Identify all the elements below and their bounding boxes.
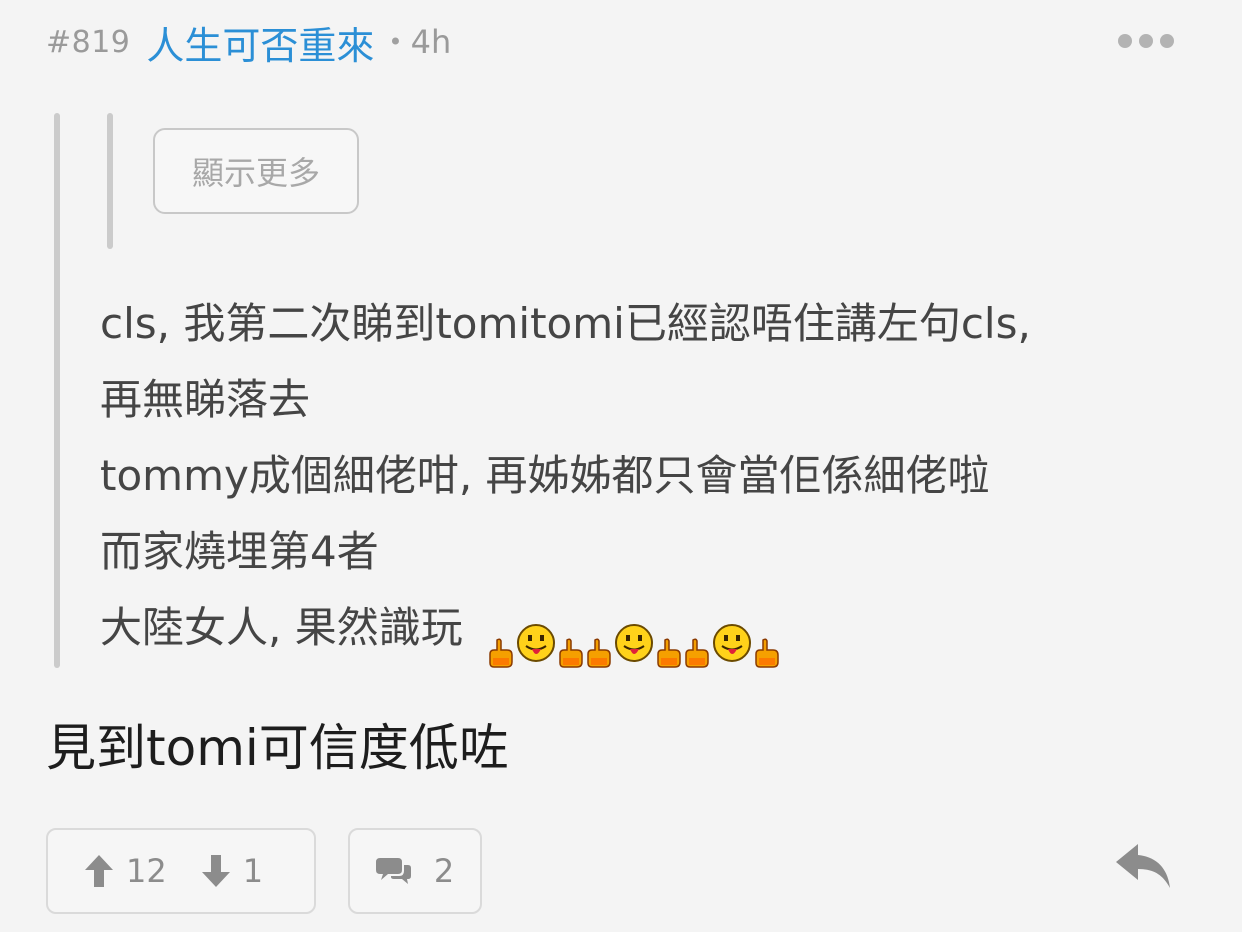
upvote-count: 12 [126,852,167,890]
show-more-button[interactable]: 顯示更多 [153,128,359,214]
quote-line: tommy成個細佬咁, 再姊姊都只會當佢係細佬啦 [100,451,990,500]
post-time: 4h [410,23,452,61]
quote-line: cls, 我第二次睇到tomitomi已經認唔住講左句cls, [100,299,1031,348]
quote-line-with-emoji: 大陸女人, 果然識玩 [100,590,1200,668]
more-options-icon[interactable] [1118,30,1174,52]
tongue-smiley-icon [712,611,752,662]
fire-hand-icon [488,616,514,668]
downvote-button[interactable]: 1 [201,852,263,890]
fire-hand-icon [558,616,584,668]
post-card: #819 人生可否重來 • 4h 顯示更多 cls, 我第二次睇到tomitom… [0,0,1242,932]
upvote-button[interactable]: 12 [84,852,167,890]
more-dot [1139,34,1153,48]
username-link[interactable]: 人生可否重來 [146,15,374,70]
comments-button[interactable]: 2 [348,828,482,914]
fire-hand-icon [754,616,780,668]
post-header: #819 人生可否重來 • 4h [46,14,451,70]
fire-hand-icon [684,616,710,668]
reply-arrow-icon[interactable] [1114,842,1172,890]
fire-hand-icon [656,616,682,668]
post-number: #819 [46,24,131,60]
downvote-count: 1 [242,852,264,890]
speech-bubbles-icon [375,858,411,884]
tongue-smiley-icon [516,611,556,662]
quote-line: 再無睇落去 [100,375,311,424]
tongue-smiley-icon [614,611,654,662]
quote-bar-inner [107,113,113,249]
arrow-up-icon [85,855,113,887]
emoji-row [488,611,780,668]
arrow-down-icon [201,855,230,887]
fire-hand-icon [586,616,612,668]
reply-body: 見到tomi可信度低咗 [46,719,509,777]
comment-count: 2 [433,852,455,890]
separator-dot: • [388,28,403,56]
quoted-content: cls, 我第二次睇到tomitomi已經認唔住講左句cls, 再無睇落去 to… [100,286,1200,668]
quote-bar-outer [54,113,60,668]
quote-line-text: 大陸女人, 果然識玩 [100,603,463,652]
quote-line: 而家燒埋第4者 [100,527,379,576]
more-dot [1160,34,1174,48]
vote-box: 12 1 [46,828,316,914]
more-dot [1118,34,1132,48]
